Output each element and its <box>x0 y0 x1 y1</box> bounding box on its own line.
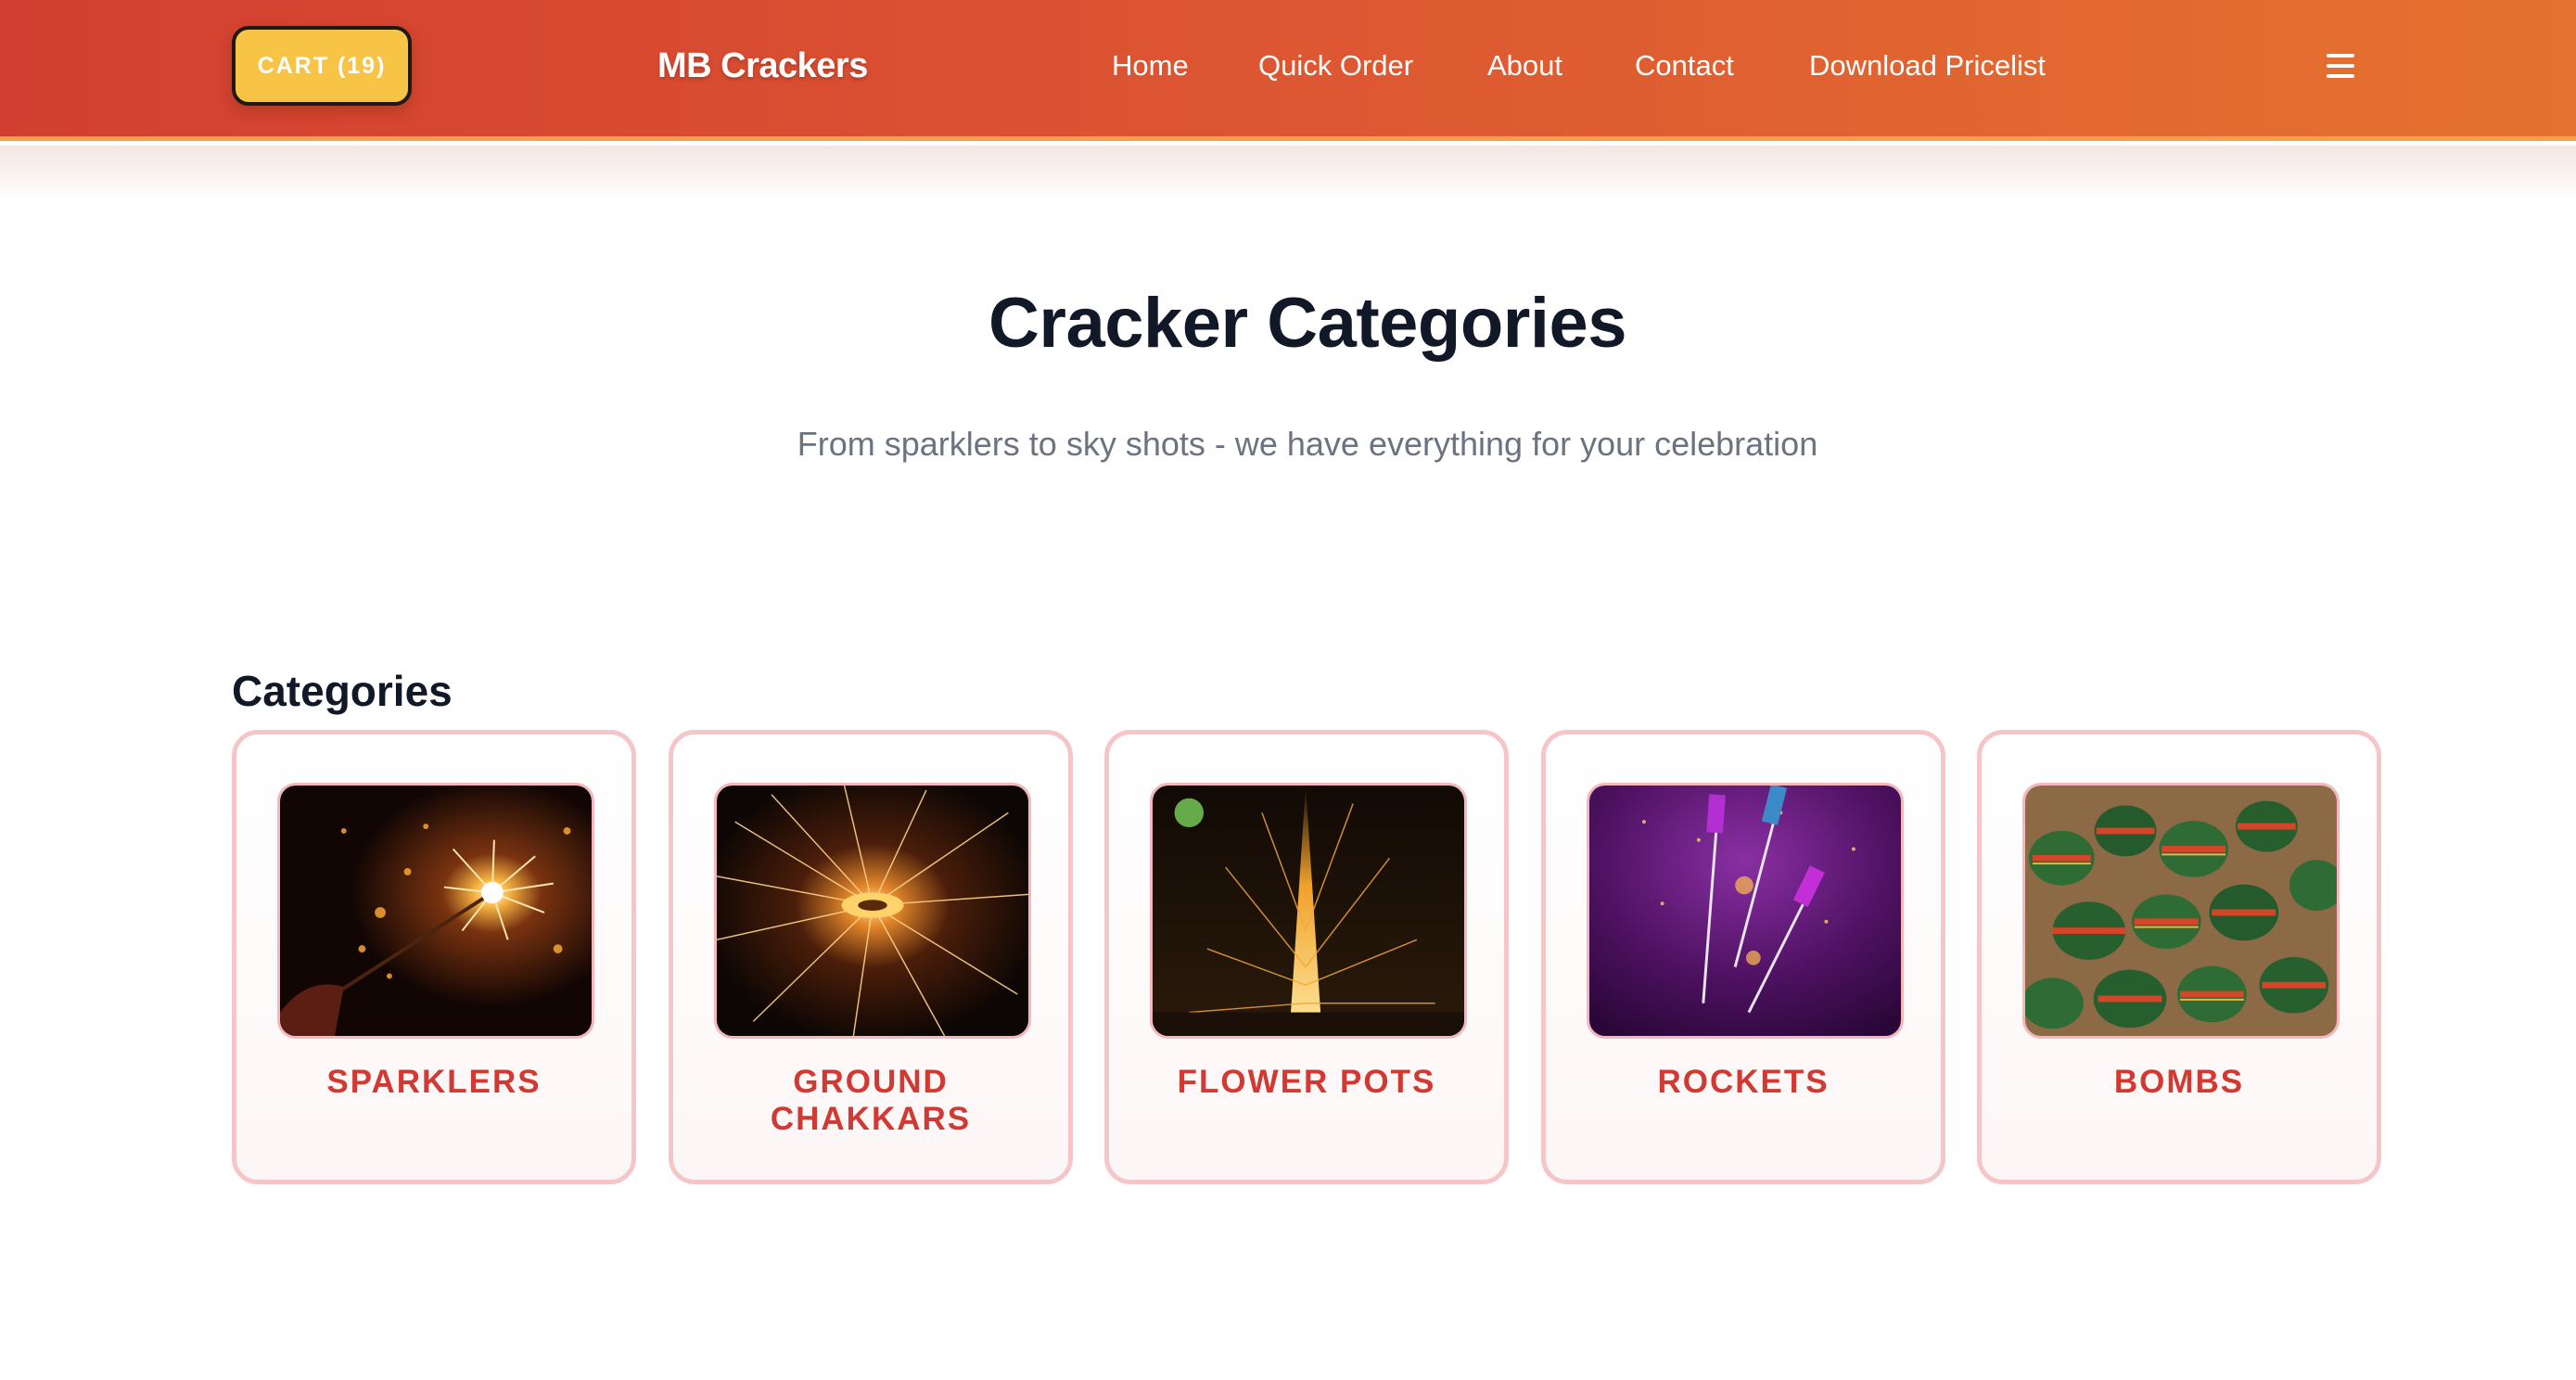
nav-quick-order[interactable]: Quick Order <box>1258 43 1413 89</box>
category-card-ground-chakkars[interactable]: GROUND CHAKKARS <box>669 730 1073 1184</box>
page-subtitle: From sparklers to sky shots - we have ev… <box>797 425 1818 463</box>
category-card-sparklers[interactable]: SPARKLERS <box>232 730 636 1184</box>
ground-chakkar-photo[interactable] <box>714 783 1031 1039</box>
category-label: FLOWER POTS <box>1177 1064 1436 1100</box>
rocket-photo[interactable] <box>1587 783 1904 1039</box>
categories-heading: Categories <box>232 667 453 715</box>
cart-button[interactable]: CART (19) <box>232 26 412 106</box>
site-header: CART (19) MB Crackers Home Quick Order A… <box>0 0 2576 141</box>
header-shadow <box>0 146 2576 201</box>
flower-pot-photo[interactable] <box>1150 783 1467 1039</box>
sparkler-photo[interactable] <box>277 783 594 1039</box>
category-label: GROUND CHAKKARS <box>770 1064 972 1137</box>
nav-download-pricelist[interactable]: Download Pricelist <box>1809 43 2046 89</box>
hamburger-menu-icon[interactable] <box>2327 54 2354 78</box>
category-label: BOMBS <box>2113 1064 2245 1100</box>
bomb-photo[interactable] <box>2022 783 2340 1039</box>
nav-about[interactable]: About <box>1487 43 1562 89</box>
category-card-rockets[interactable]: ROCKETS <box>1541 730 1945 1184</box>
nav-home[interactable]: Home <box>1112 43 1189 89</box>
category-card-flower-pots[interactable]: FLOWER POTS <box>1104 730 1509 1184</box>
category-card-bombs[interactable]: BOMBS <box>1977 730 2381 1184</box>
nav-contact[interactable]: Contact <box>1635 43 1734 89</box>
category-label: SPARKLERS <box>326 1064 542 1100</box>
brand-logo-text[interactable]: MB Crackers <box>657 43 868 89</box>
page-title: Cracker Categories <box>988 284 1627 363</box>
category-label: ROCKETS <box>1657 1064 1830 1100</box>
